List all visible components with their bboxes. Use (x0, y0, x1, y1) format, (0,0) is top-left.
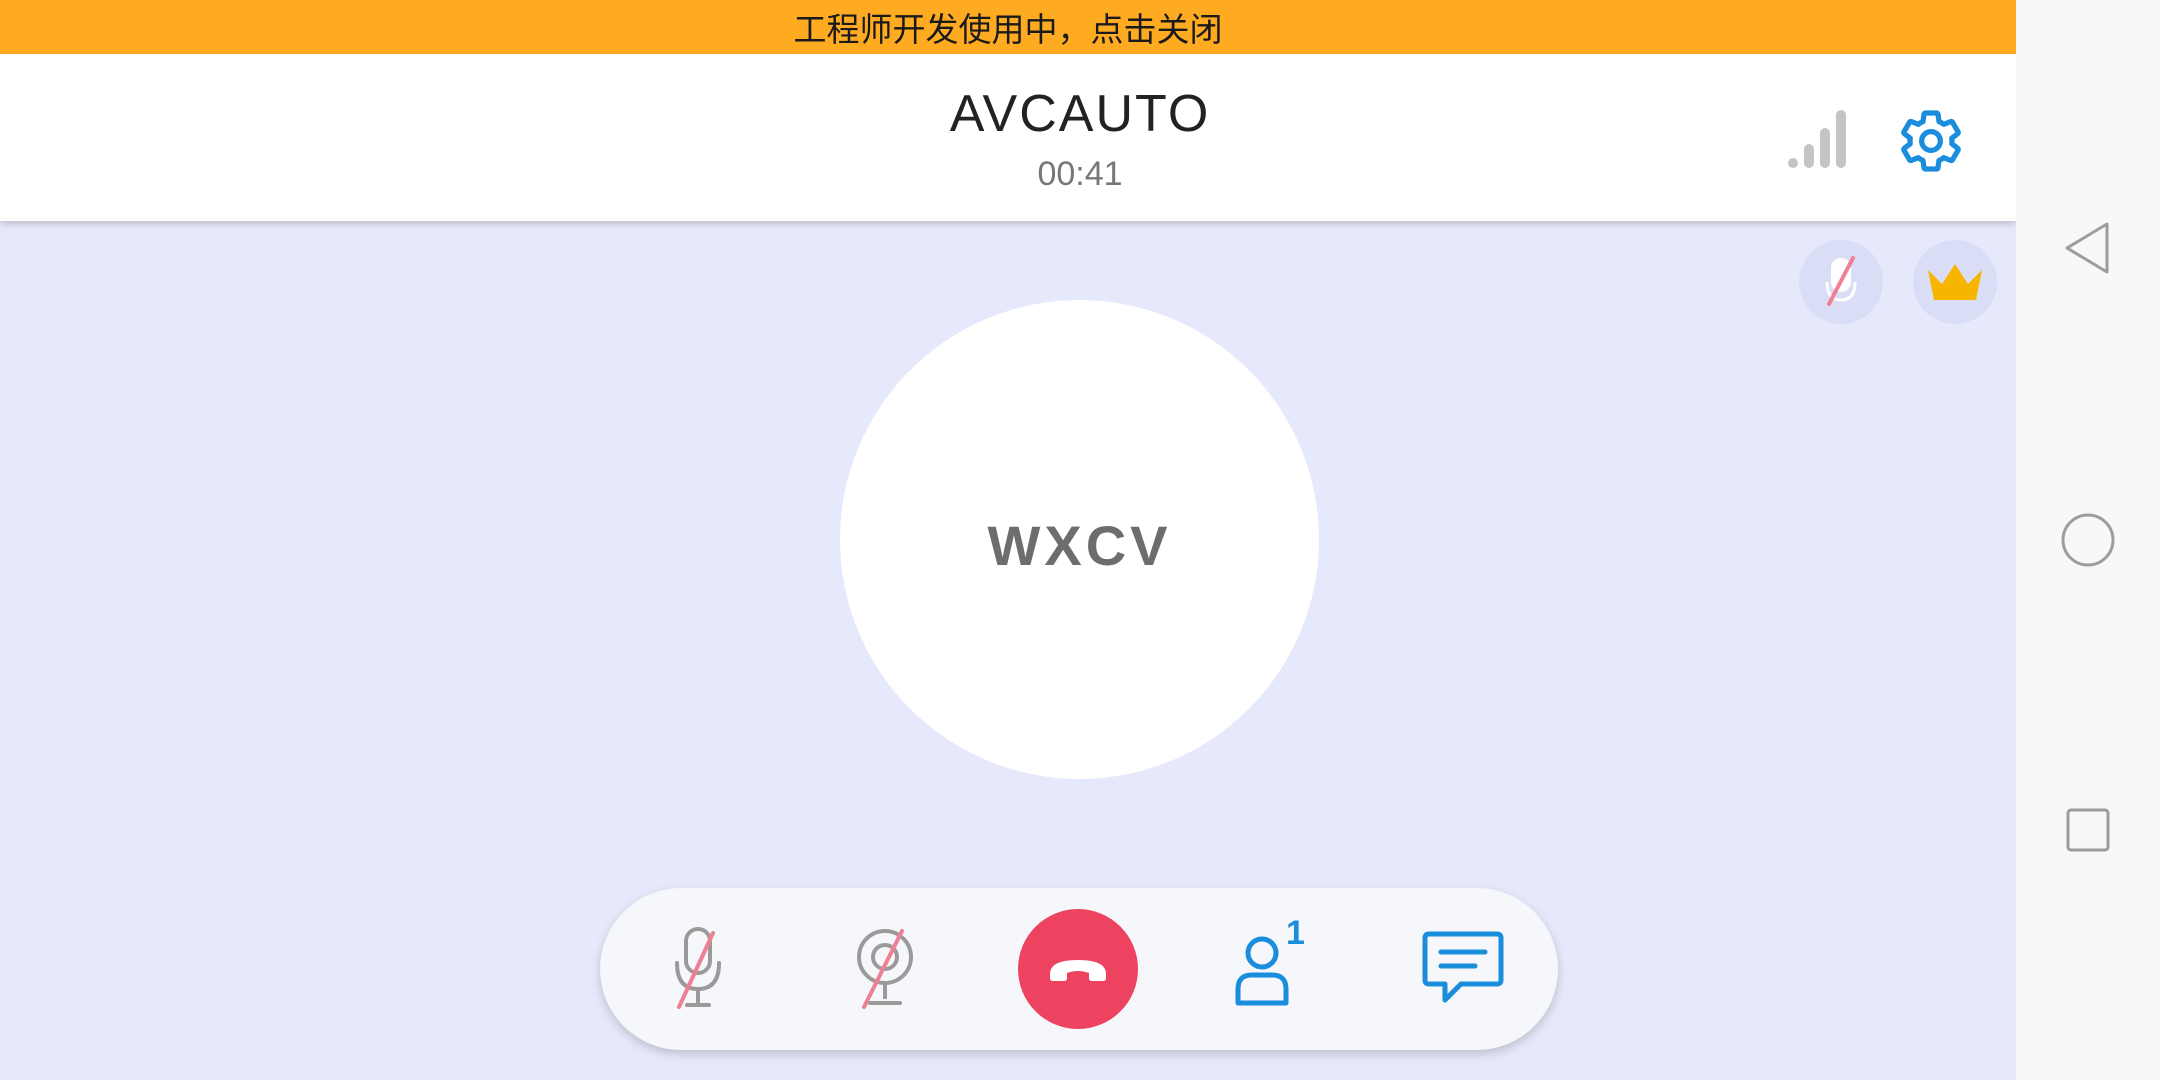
host-badge (1913, 240, 1997, 324)
call-header: AVCAUTO 00:41 (0, 54, 2016, 221)
participants-count-badge: 1 (1286, 914, 1305, 952)
call-duration: 00:41 (1037, 155, 1123, 193)
muted-mic-icon (675, 927, 721, 1009)
participant-mic-muted-badge (1799, 240, 1883, 324)
nav-home-button[interactable] (2048, 500, 2128, 580)
home-circle-icon (2061, 513, 2115, 567)
chat-bubble-icon (1422, 931, 1504, 1003)
system-navigation-bar (2016, 0, 2160, 1080)
mute-toggle-button[interactable] (638, 908, 758, 1028)
crown-icon (1928, 264, 1982, 300)
recents-square-icon (2066, 808, 2110, 852)
chat-button[interactable] (1403, 908, 1523, 1028)
conference-app: 工程师开发使用中，点击关闭 AVCAUTO 00:41 WXCV 1 (0, 0, 2016, 1080)
hang-up-button[interactable] (1018, 909, 1138, 1029)
developer-mode-banner-text[interactable]: 工程师开发使用中，点击关闭 (794, 3, 1223, 51)
meeting-title: AVCAUTO (949, 85, 1211, 143)
participant-name: WXCV (987, 514, 1172, 577)
gear-icon[interactable] (1896, 106, 1966, 176)
participant-avatar: WXCV (840, 300, 1319, 779)
call-control-bar: 1 (600, 888, 1558, 1050)
back-triangle-icon (2065, 222, 2109, 274)
signal-strength-icon (1788, 110, 1846, 168)
nav-back-button[interactable] (2048, 208, 2128, 288)
nav-recents-button[interactable] (2048, 790, 2128, 870)
developer-mode-banner[interactable]: 工程师开发使用中，点击关闭 (0, 0, 2016, 54)
participants-button[interactable]: 1 (1212, 908, 1332, 1028)
muted-mic-icon (1825, 256, 1857, 306)
phone-hangup-icon (1050, 960, 1106, 981)
camera-off-icon (857, 929, 913, 1009)
camera-toggle-button[interactable] (825, 908, 945, 1028)
